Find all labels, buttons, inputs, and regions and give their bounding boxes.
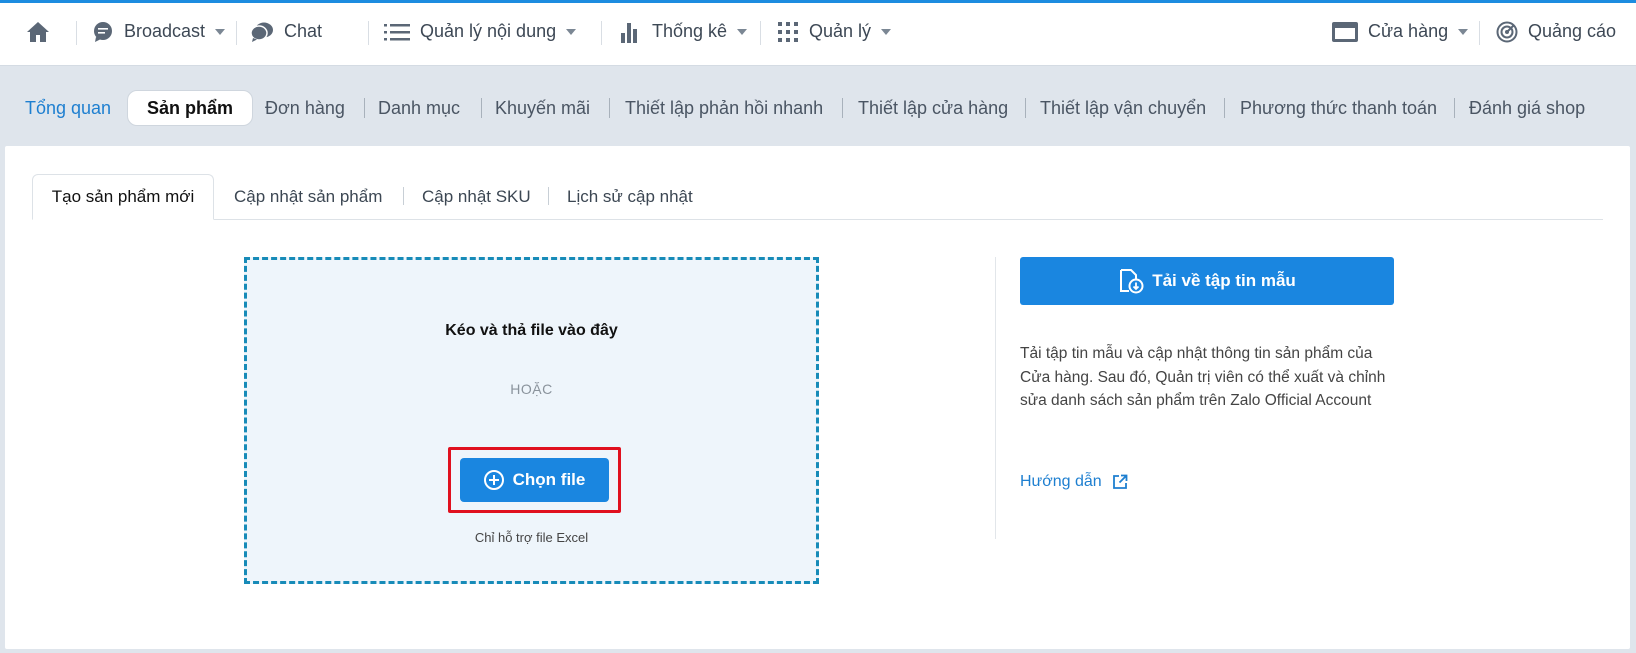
home-icon — [26, 21, 50, 43]
nav-divider — [1479, 21, 1480, 45]
list-icon — [384, 23, 410, 41]
tab-update-sku[interactable]: Cập nhật SKU — [422, 174, 531, 220]
nav-broadcast[interactable]: Broadcast — [92, 0, 226, 63]
chat-icon — [250, 21, 274, 43]
choose-file-button[interactable]: Chọn file — [460, 458, 609, 502]
subnav-promotions[interactable]: Khuyến mãi — [495, 90, 590, 126]
download-template-label: Tải về tập tin mẫu — [1152, 271, 1296, 290]
chevron-down-icon — [737, 28, 748, 35]
chevron-down-icon — [566, 28, 577, 35]
guide-link[interactable]: Hướng dẫn — [1020, 473, 1128, 491]
subnav-divider — [1454, 98, 1455, 118]
subnav-shipping-settings[interactable]: Thiết lập vận chuyển — [1040, 90, 1206, 126]
drop-zone-or: HOẶC — [510, 381, 553, 397]
subnav-quick-replies[interactable]: Thiết lập phản hồi nhanh — [625, 90, 823, 126]
file-drop-zone[interactable]: Kéo và thả file vào đây HOẶC Chọn file C… — [244, 257, 819, 584]
tab-divider — [403, 187, 404, 205]
nav-divider — [368, 21, 369, 45]
nav-divider — [760, 21, 761, 45]
nav-chat-label: Chat — [284, 21, 323, 41]
subnav-divider — [842, 98, 843, 118]
target-icon — [1496, 21, 1518, 43]
grid-icon — [777, 21, 799, 43]
subnav-products[interactable]: Sản phẩm — [127, 90, 254, 126]
chevron-down-icon — [881, 28, 892, 35]
nav-manage-label: Quản lý — [809, 21, 872, 41]
subnav-categories[interactable]: Danh mục — [378, 90, 460, 126]
home-button[interactable] — [26, 0, 60, 63]
subnav-orders[interactable]: Đơn hàng — [265, 90, 345, 126]
template-description: Tải tập tin mẫu và cập nhật thông tin sả… — [1020, 345, 1386, 409]
chevron-down-icon — [215, 28, 226, 35]
nav-ads-label: Quảng cáo — [1528, 21, 1617, 41]
subnav-divider — [609, 98, 610, 118]
chevron-down-icon — [1458, 28, 1469, 35]
nav-statistics-label: Thống kê — [652, 21, 728, 41]
plus-circle-icon — [483, 470, 504, 490]
nav-store[interactable]: Cửa hàng — [1332, 0, 1469, 63]
external-link-icon — [1112, 474, 1128, 490]
subnav-divider — [1224, 98, 1225, 118]
nav-content-management[interactable]: Quản lý nội dung — [384, 0, 577, 63]
nav-broadcast-label: Broadcast — [124, 21, 206, 41]
tab-update-product[interactable]: Cập nhật sản phẩm — [234, 174, 382, 220]
store-icon — [1332, 21, 1358, 42]
guide-link-label: Hướng dẫn — [1020, 473, 1102, 490]
file-download-icon — [1118, 268, 1144, 294]
drop-zone-title: Kéo và thả file vào đây — [445, 322, 618, 339]
broadcast-icon — [92, 21, 114, 43]
subnav-store-settings[interactable]: Thiết lập cửa hàng — [858, 90, 1008, 126]
subnav-overview[interactable]: Tổng quan — [25, 90, 111, 126]
subnav-divider — [364, 98, 365, 118]
choose-file-highlight: Chọn file — [448, 447, 621, 513]
nav-divider — [601, 21, 602, 45]
choose-file-label: Chọn file — [512, 470, 586, 489]
nav-divider — [236, 21, 237, 45]
nav-divider — [76, 21, 77, 45]
nav-statistics[interactable]: Thống kê — [620, 0, 748, 63]
vertical-divider — [995, 257, 996, 539]
nav-ads[interactable]: Quảng cáo — [1496, 0, 1616, 63]
subnav-payment-methods[interactable]: Phương thức thanh toán — [1240, 90, 1437, 126]
download-template-button[interactable]: Tải về tập tin mẫu — [1020, 257, 1394, 305]
subnav-divider — [481, 98, 482, 118]
tab-update-history[interactable]: Lịch sử cập nhật — [567, 174, 693, 220]
tab-create-product[interactable]: Tạo sản phẩm mới — [32, 174, 214, 220]
nav-chat[interactable]: Chat — [250, 0, 322, 63]
nav-content-label: Quản lý nội dung — [420, 21, 557, 41]
subnav-shop-reviews[interactable]: Đánh giá shop — [1469, 90, 1585, 126]
nav-manage[interactable]: Quản lý — [777, 0, 892, 63]
nav-store-label: Cửa hàng — [1368, 21, 1449, 41]
drop-zone-note: Chỉ hỗ trợ file Excel — [474, 530, 589, 545]
subnav-divider — [1025, 98, 1026, 118]
bar-chart-icon — [620, 21, 642, 43]
tab-divider — [548, 187, 549, 205]
